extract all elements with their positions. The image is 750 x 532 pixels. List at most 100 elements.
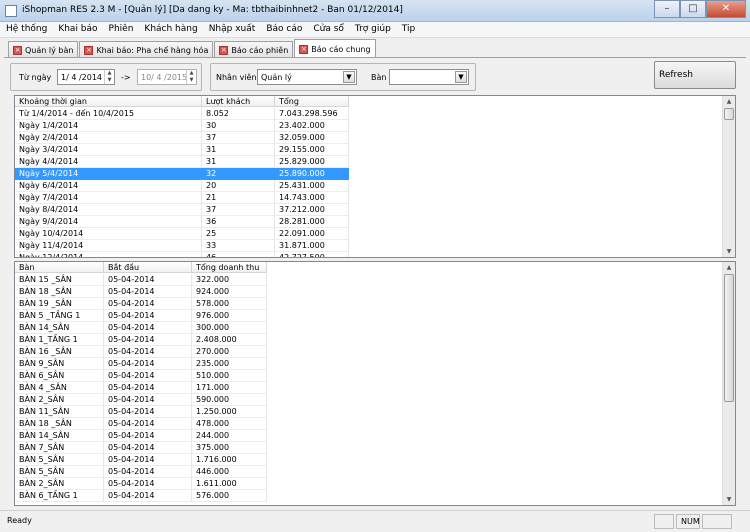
summary-scrollbar[interactable]: ▲ ▼ — [722, 96, 735, 257]
column-header[interactable]: Bàn — [15, 262, 104, 273]
scroll-up-icon[interactable]: ▲ — [723, 262, 735, 273]
summary-row[interactable]: Ngày 6/4/2014 20 25.431.000 — [15, 180, 349, 192]
tab-bao-cao-phien[interactable]: × Báo cáo phiên — [214, 41, 294, 57]
detail-cell: 05-04-2014 — [104, 274, 192, 286]
detail-row[interactable]: BÀN 6_SÂN 05-04-2014 510.000 — [15, 370, 267, 382]
detail-cell: 235.000 — [192, 358, 267, 370]
minimize-button[interactable]: – — [654, 0, 680, 18]
staff-dropdown[interactable]: Quản lý ▼ — [257, 69, 357, 85]
menu-khach-hang[interactable]: Khách hàng — [138, 22, 202, 38]
detail-scrollbar[interactable]: ▲ ▼ — [722, 262, 735, 505]
spin-icon[interactable]: ▲ ▼ — [186, 70, 196, 84]
detail-row[interactable]: BÀN 18 _SÂN 05-04-2014 924.000 — [15, 286, 267, 298]
detail-cell: 05-04-2014 — [104, 334, 192, 346]
summary-row[interactable]: Ngày 2/4/2014 37 32.059.000 — [15, 132, 349, 144]
detail-row[interactable]: BÀN 2_SÂN 05-04-2014 590.000 — [15, 394, 267, 406]
summary-grid[interactable]: Khoảng thời gian Lượt khách Tổng Từ 1/4/… — [14, 95, 736, 258]
menu-cua-so[interactable]: Cửa sổ — [307, 22, 349, 38]
detail-row[interactable]: BÀN 1_TẦNG 1 05-04-2014 2.408.000 — [15, 334, 267, 346]
detail-cell: 270.000 — [192, 346, 267, 358]
menu-he-thong[interactable]: Hệ thống — [0, 22, 52, 38]
detail-row[interactable]: BÀN 6_TẦNG 1 05-04-2014 576.000 — [15, 490, 267, 502]
to-date-picker[interactable]: 10/ 4 /2015 ▲ ▼ — [137, 69, 197, 85]
tab-label: Báo cáo chung — [311, 44, 371, 54]
tab-close-icon[interactable]: × — [219, 45, 229, 55]
chevron-down-icon[interactable]: ▼ — [343, 71, 355, 83]
menu-phien[interactable]: Phiên — [103, 22, 139, 38]
menu-nhap-xuat[interactable]: Nhập xuất — [203, 22, 261, 38]
detail-cell: BÀN 15 _SÂN — [15, 274, 104, 286]
summary-cell: 25.829.000 — [275, 156, 349, 168]
detail-row[interactable]: BÀN 14_SÂN 05-04-2014 244.000 — [15, 430, 267, 442]
scroll-up-icon[interactable]: ▲ — [723, 96, 735, 107]
detail-row[interactable]: BÀN 5_SÂN 05-04-2014 1.716.000 — [15, 454, 267, 466]
detail-row[interactable]: BÀN 15 _SÂN 05-04-2014 322.000 — [15, 274, 267, 286]
detail-cell: BÀN 2_SÂN — [15, 478, 104, 490]
summary-cell: Ngày 5/4/2014 — [15, 168, 202, 180]
tab-close-icon[interactable]: × — [299, 44, 309, 54]
summary-row[interactable]: Ngày 5/4/2014 32 25.890.000 — [15, 168, 349, 180]
detail-row[interactable]: BÀN 18 _SÂN 05-04-2014 478.000 — [15, 418, 267, 430]
summary-cell: 14.743.000 — [275, 192, 349, 204]
spin-icon[interactable]: ▲ ▼ — [104, 70, 114, 84]
menu-tip[interactable]: Tip — [396, 22, 420, 38]
close-button[interactable]: ✕ — [706, 0, 746, 18]
detail-row[interactable]: BÀN 5 _TẦNG 1 05-04-2014 976.000 — [15, 310, 267, 322]
maximize-button[interactable]: □ — [680, 0, 706, 18]
detail-row[interactable]: BÀN 14_SÂN 05-04-2014 300.000 — [15, 322, 267, 334]
summary-row[interactable]: Ngày 9/4/2014 36 28.281.000 — [15, 216, 349, 228]
summary-row[interactable]: Ngày 1/4/2014 30 23.402.000 — [15, 120, 349, 132]
scroll-down-icon[interactable]: ▼ — [723, 246, 735, 257]
detail-row[interactable]: BÀN 2_SÂN 05-04-2014 1.611.000 — [15, 478, 267, 490]
detail-row[interactable]: BÀN 9_SÂN 05-04-2014 235.000 — [15, 358, 267, 370]
chevron-down-icon[interactable]: ▼ — [455, 71, 467, 83]
column-header[interactable]: Tổng doanh thu — [192, 262, 267, 273]
summary-row[interactable]: Từ 1/4/2014 - đến 10/4/2015 8.052 7.043.29… — [15, 108, 349, 120]
detail-grid[interactable]: Bàn Bắt đầu Tổng doanh thu BÀN 15 _SÂN 05… — [14, 261, 736, 506]
detail-row[interactable]: BÀN 11_SÂN 05-04-2014 1.250.000 — [15, 406, 267, 418]
summary-row[interactable]: Ngày 10/4/2014 25 22.091.000 — [15, 228, 349, 240]
summary-row[interactable]: Ngày 7/4/2014 21 14.743.000 — [15, 192, 349, 204]
tab-close-icon[interactable]: × — [84, 45, 94, 55]
menu-tro-giup[interactable]: Trợ giúp — [349, 22, 396, 38]
detail-row[interactable]: BÀN 7_SÂN 05-04-2014 375.000 — [15, 442, 267, 454]
summary-row[interactable]: Ngày 12/4/2014 46 42.727.500 — [15, 252, 349, 257]
summary-cell: 8.052 — [202, 108, 275, 120]
detail-row[interactable]: BÀN 19 _SÂN 05-04-2014 578.000 — [15, 298, 267, 310]
tab-divider — [4, 57, 746, 58]
detail-cell: BÀN 14_SÂN — [15, 322, 104, 334]
status-panel — [702, 514, 732, 529]
detail-cell: 446.000 — [192, 466, 267, 478]
app-icon — [5, 5, 17, 17]
scroll-thumb[interactable] — [724, 108, 734, 120]
from-date-picker[interactable]: 1/ 4 /2014 ▲ ▼ — [57, 69, 115, 85]
detail-row[interactable]: BÀN 16 _SÂN 05-04-2014 270.000 — [15, 346, 267, 358]
detail-row[interactable]: BÀN 4 _SÂN 05-04-2014 171.000 — [15, 382, 267, 394]
tab-bao-cao-chung[interactable]: × Báo cáo chung — [294, 39, 376, 57]
menu-bao-cao[interactable]: Báo cáo — [260, 22, 307, 38]
summary-cell: 37.212.000 — [275, 204, 349, 216]
summary-cell: 30 — [202, 120, 275, 132]
summary-row[interactable]: Ngày 8/4/2014 37 37.212.000 — [15, 204, 349, 216]
summary-row[interactable]: Ngày 3/4/2014 31 29.155.000 — [15, 144, 349, 156]
summary-row[interactable]: Ngày 11/4/2014 33 31.871.000 — [15, 240, 349, 252]
scroll-thumb[interactable] — [724, 274, 734, 402]
status-bar: Ready NUM — [0, 510, 750, 532]
tab-quan-ly-ban[interactable]: × Quản lý bàn — [8, 41, 79, 57]
summary-cell: 42.727.500 — [275, 252, 349, 257]
scroll-down-icon[interactable]: ▼ — [723, 494, 735, 505]
column-header[interactable]: Khoảng thời gian — [15, 96, 202, 107]
column-header[interactable]: Tổng — [275, 96, 349, 107]
tab-khai-bao-pha-che[interactable]: × Khai báo: Pha chế hàng hóa — [79, 41, 214, 57]
summary-cell: Ngày 7/4/2014 — [15, 192, 202, 204]
tab-close-icon[interactable]: × — [13, 45, 22, 55]
detail-cell: BÀN 4 _SÂN — [15, 382, 104, 394]
column-header[interactable]: Bắt đầu — [104, 262, 192, 273]
menu-khai-bao[interactable]: Khai báo — [52, 22, 102, 38]
column-header[interactable]: Lượt khách — [202, 96, 275, 107]
detail-row[interactable]: BÀN 5_SÂN 05-04-2014 446.000 — [15, 466, 267, 478]
table-dropdown[interactable]: ▼ — [389, 69, 469, 85]
detail-cell: BÀN 19 _SÂN — [15, 298, 104, 310]
summary-row[interactable]: Ngày 4/4/2014 31 25.829.000 — [15, 156, 349, 168]
refresh-button[interactable]: Refresh — [654, 61, 736, 89]
